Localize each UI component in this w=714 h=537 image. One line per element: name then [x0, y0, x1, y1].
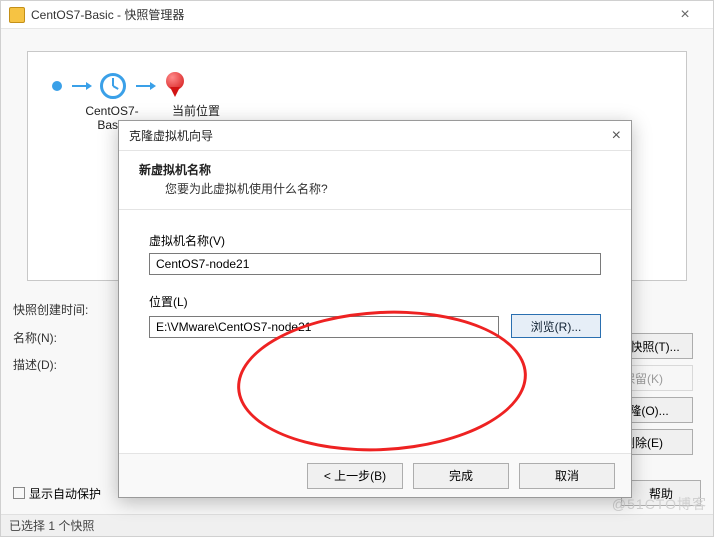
created-label: 快照创建时间: [13, 301, 115, 318]
vm-icon [9, 7, 25, 23]
wizard-close-button[interactable]: × [612, 127, 621, 145]
wizard-title: 克隆虚拟机向导 [129, 127, 213, 144]
wizard-subheading: 您要为此虚拟机使用什么名称? [165, 180, 611, 197]
back-button[interactable]: < 上一步(B) [307, 463, 403, 489]
snapshot-timeline [52, 72, 672, 100]
arrow-icon [72, 85, 90, 87]
clone-wizard-dialog: 克隆虚拟机向导 × 新虚拟机名称 您要为此虚拟机使用什么名称? 虚拟机名称(V)… [118, 120, 632, 498]
location-input[interactable] [149, 316, 499, 338]
vmname-label: 虚拟机名称(V) [149, 232, 601, 249]
snapshot-titlebar: CentOS7-Basic - 快照管理器 × [1, 1, 713, 29]
location-label: 位置(L) [149, 293, 601, 310]
snapshot-title: CentOS7-Basic - 快照管理器 [31, 6, 184, 23]
arrow-icon [136, 85, 154, 87]
wizard-heading: 新虚拟机名称 [139, 161, 611, 178]
status-text: 已选择 1 个快照 [9, 517, 94, 534]
status-bar: 已选择 1 个快照 [1, 514, 713, 536]
wizard-footer: < 上一步(B) 完成 取消 [119, 453, 631, 497]
vmname-row: 虚拟机名称(V) [149, 232, 601, 275]
current-location-icon[interactable] [164, 72, 186, 100]
wizard-titlebar: 克隆虚拟机向导 × [119, 121, 631, 151]
autoprotect-label: 显示自动保护 [29, 485, 101, 502]
start-dot-icon [52, 81, 62, 91]
snapshot-node-icon[interactable] [100, 73, 126, 99]
wizard-body: 虚拟机名称(V) 位置(L) 浏览(R)... [119, 210, 631, 378]
cancel-button[interactable]: 取消 [519, 463, 615, 489]
autoprotect-checkbox[interactable] [13, 487, 25, 499]
vmname-input[interactable] [149, 253, 601, 275]
name-label: 名称(N): [13, 329, 115, 346]
finish-button[interactable]: 完成 [413, 463, 509, 489]
close-button[interactable]: × [665, 6, 705, 24]
location-row: 位置(L) 浏览(R)... [149, 293, 601, 338]
browse-button[interactable]: 浏览(R)... [511, 314, 601, 338]
desc-label: 描述(D): [13, 356, 115, 373]
wizard-header: 新虚拟机名称 您要为此虚拟机使用什么名称? [119, 151, 631, 210]
